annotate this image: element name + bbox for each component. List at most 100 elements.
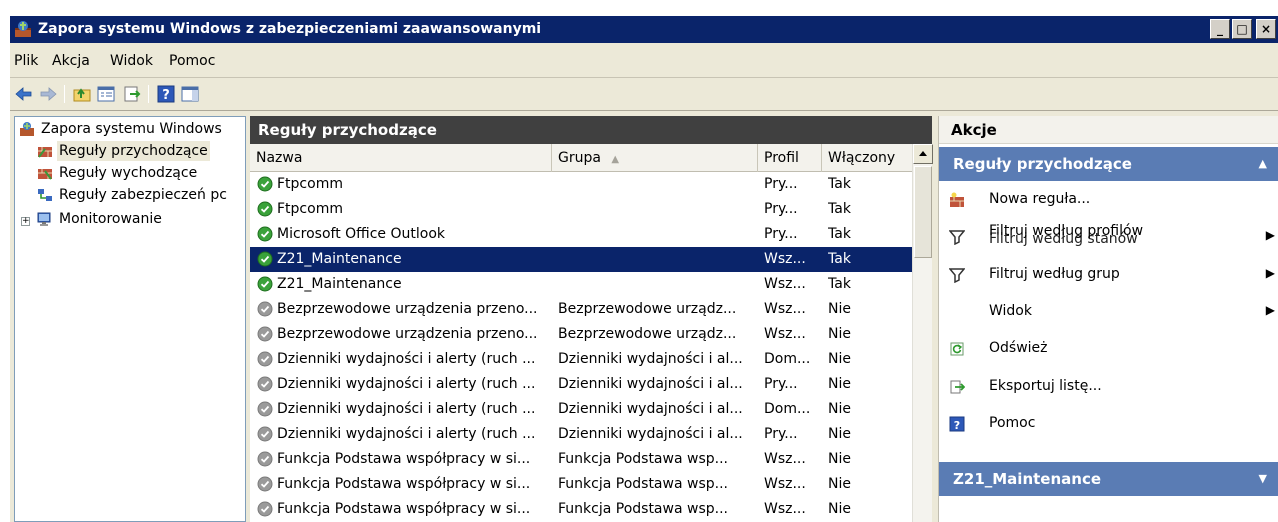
table-row[interactable]: Ftpcomm Pry... Tak [250,172,912,197]
up-folder-icon[interactable] [72,84,92,104]
cell-group [558,222,754,247]
cell-group: Dzienniki wydajności i al... [558,376,743,392]
actions-section-inbound-rules[interactable]: Reguły przychodzące ▲ [939,147,1278,181]
help-icon[interactable]: ? [156,84,176,104]
cell-enabled: Nie [828,501,851,517]
close-button[interactable]: × [1256,19,1276,39]
column-header-profile[interactable]: Profil [758,144,822,172]
table-row[interactable]: Bezprzewodowe urządzenia przeno... Bezprz… [250,322,912,347]
cell-name: Dzienniki wydajności i alerty (ruch ... [277,376,536,392]
action-refresh[interactable]: Odśwież [939,334,1278,364]
rule-enabled-icon [257,276,273,292]
cell-profile: Wsz... [764,326,806,342]
minimize-button[interactable]: _ [1210,19,1230,39]
action-filter-by-group[interactable]: Filtruj według grup ▶ [939,260,1278,290]
show-hide-tree-icon[interactable] [96,84,116,104]
inbound-rules-icon [38,147,52,158]
submenu-arrow-icon: ▶ [1265,303,1275,317]
rule-disabled-icon [257,326,273,342]
filter-icon [949,230,965,245]
table-row[interactable]: Microsoft Office Outlook Pry... Tak [250,222,912,247]
menu-bar: Plik Akcja Widok Pomoc [10,43,1278,78]
cell-name: Funkcja Podstawa współpracy w si... [277,501,531,517]
cell-name: Bezprzewodowe urządzenia przeno... [277,301,538,317]
rules-list: Ftpcomm Pry... Tak Ftpcomm Pry... Tak Microsof… [250,172,912,522]
scroll-up-arrow-icon [919,151,927,156]
back-arrow-icon[interactable] [14,84,34,104]
toolbar: ? [10,78,1278,111]
cell-group: Bezprzewodowe urządz... [558,326,737,342]
cell-name: Z21_Maintenance [277,276,402,292]
table-row[interactable]: Dzienniki wydajności i alerty (ruch ... D… [250,397,912,422]
collapse-arrow-icon[interactable]: ▲ [1259,147,1267,181]
scroll-thumb[interactable] [914,166,932,258]
table-row[interactable]: Bezprzewodowe urządzenia przeno... Bezprz… [250,297,912,322]
toolbar-separator [148,85,149,103]
scroll-up-button[interactable] [913,144,933,164]
cell-name: Ftpcomm [277,201,343,217]
refresh-icon [950,342,964,356]
menu-akcja[interactable]: Akcja [52,53,90,69]
forward-arrow-icon[interactable] [38,84,58,104]
menu-plik[interactable]: Plik [14,53,38,69]
cell-profile: Wsz... [764,451,806,467]
rule-disabled-icon [257,501,273,517]
cell-name: Microsoft Office Outlook [277,226,445,242]
table-row[interactable]: Funkcja Podstawa współpracy w si... Funkc… [250,497,912,522]
maximize-button[interactable]: □ [1232,19,1252,39]
table-row[interactable]: Dzienniki wydajności i alerty (ruch ... D… [250,347,912,372]
vertical-scrollbar[interactable] [912,144,933,522]
cell-profile: Pry... [764,201,798,217]
expand-monitoring-toggle[interactable]: + [21,217,30,226]
cell-profile: Wsz... [764,501,806,517]
svg-text:?: ? [162,88,170,103]
menu-pomoc[interactable]: Pomoc [169,53,215,69]
rule-enabled-icon [257,226,273,242]
table-row[interactable]: Dzienniki wydajności i alerty (ruch ... D… [250,422,912,447]
cell-group: Dzienniki wydajności i al... [558,426,743,442]
table-row[interactable]: Funkcja Podstawa współpracy w si... Funkc… [250,472,912,497]
cell-profile: Wsz... [764,476,806,492]
firewall-icon [20,122,34,136]
cell-profile: Dom... [764,401,811,417]
cell-profile: Wsz... [764,276,806,292]
filter-icon [949,268,965,283]
action-help[interactable]: ? Pomoc [939,409,1278,439]
submenu-arrow-icon: ▶ [1265,266,1275,280]
content-area: Zapora systemu Windows Reguły przychodzą… [10,111,1278,522]
action-export-list[interactable]: Eksportuj listę... [939,372,1278,402]
rule-disabled-icon [257,401,273,417]
cell-group: Dzienniki wydajności i al... [558,351,743,367]
cell-name: Dzienniki wydajności i alerty (ruch ... [277,401,536,417]
cell-enabled: Nie [828,426,851,442]
actions-pane: Akcje Reguły przychodzące ▲ Nowa reguła.… [938,116,1278,522]
table-row[interactable]: Z21_Maintenance Wsz... Tak [250,247,912,272]
rule-disabled-icon [257,351,273,367]
cell-enabled: Nie [828,401,851,417]
cell-enabled: Nie [828,326,851,342]
show-action-pane-icon[interactable] [180,84,200,104]
table-row[interactable]: Ftpcomm Pry... Tak [250,197,912,222]
column-header-group[interactable]: Grupa ▲ [552,144,758,172]
export-list-icon[interactable] [122,84,142,104]
table-row[interactable]: Funkcja Podstawa współpracy w si... Funkc… [250,447,912,472]
rule-disabled-icon [257,376,273,392]
cell-enabled: Tak [828,251,851,267]
tree-root[interactable]: Zapora systemu Windows [19,119,245,141]
action-filter-by-profile[interactable]: Filtruj według stanów Filtruj według pro… [939,222,1278,252]
action-view[interactable]: Widok ▶ [939,297,1278,327]
sort-ascending-icon: ▲ [611,154,620,165]
column-header-enabled[interactable]: Włączony [822,144,920,172]
title-bar[interactable]: Zapora systemu Windows z zabezpieczeniam… [10,16,1278,43]
actions-header: Akcje [939,116,1278,144]
menu-widok[interactable]: Widok [110,53,153,69]
table-row[interactable]: Dzienniki wydajności i alerty (ruch ... D… [250,372,912,397]
expand-arrow-icon[interactable]: ▼ [1259,462,1267,496]
action-new-rule[interactable]: Nowa reguła... [939,185,1278,215]
table-row[interactable]: Z21_Maintenance Wsz... Tak [250,272,912,297]
column-header-name[interactable]: Nazwa [250,144,552,172]
cell-group: Funkcja Podstawa wsp... [558,501,728,517]
actions-section-selected-rule[interactable]: Z21_Maintenance ▼ [939,462,1278,496]
cell-name: Dzienniki wydajności i alerty (ruch ... [277,426,536,442]
cell-group [558,247,754,272]
